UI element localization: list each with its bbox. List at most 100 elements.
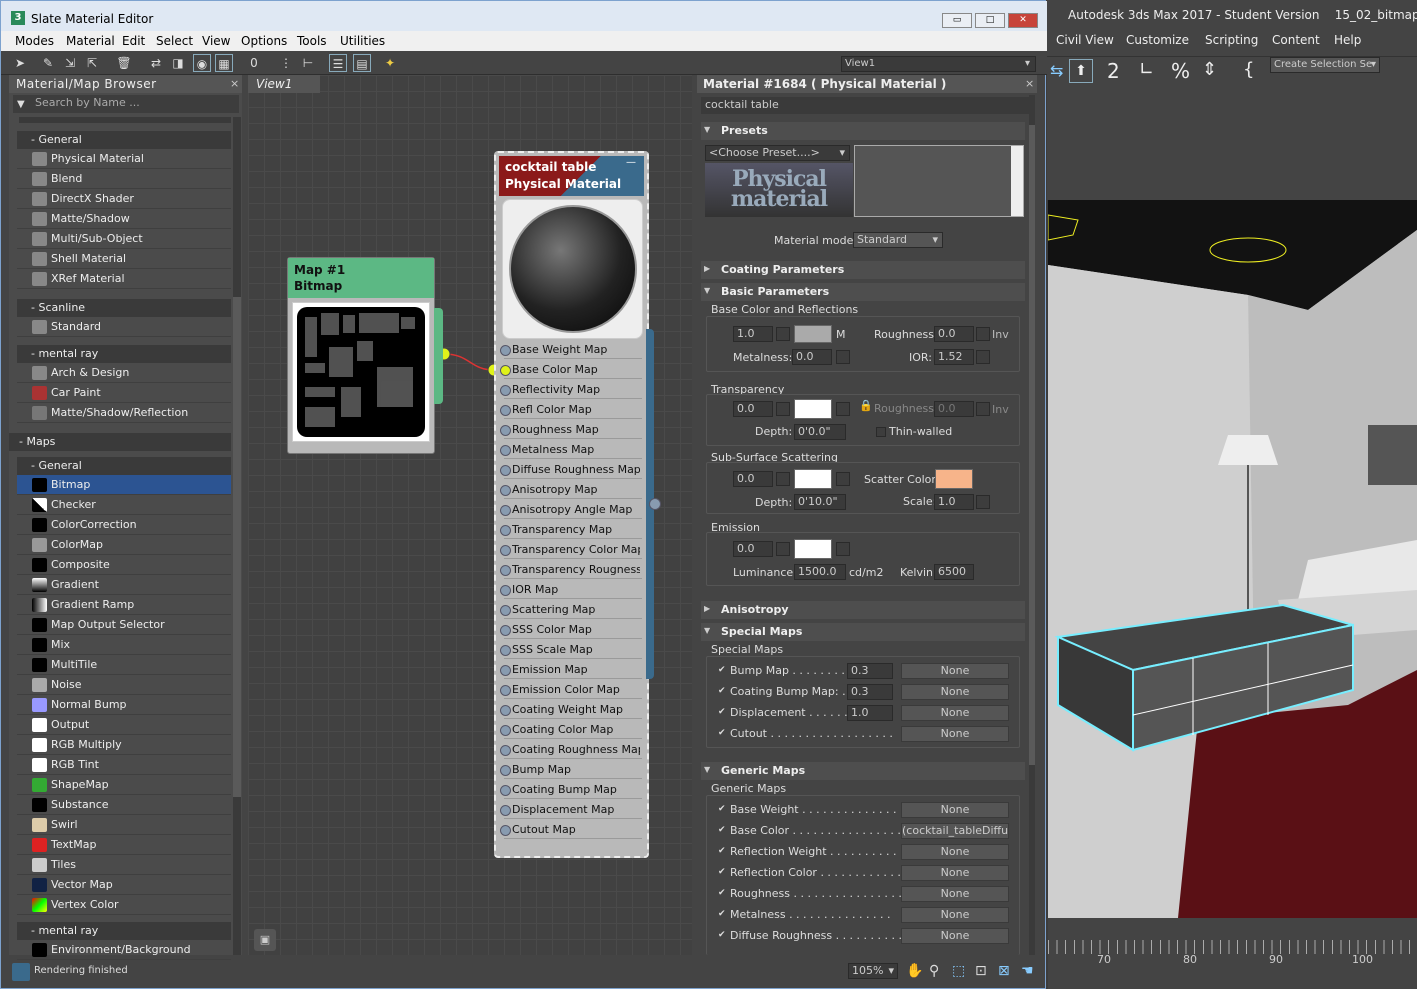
generic-map-button[interactable]: None — [901, 865, 1009, 881]
slot-displacement-map[interactable]: Displacement Map — [500, 801, 642, 819]
material-name-field[interactable]: cocktail table — [701, 97, 1033, 114]
base-color-swatch[interactable] — [794, 325, 832, 343]
group-header[interactable]: - General — [17, 131, 231, 149]
browser-item-xref-material[interactable]: XRef Material — [17, 269, 231, 289]
browser-item-output[interactable]: Output — [17, 715, 231, 735]
slot-metalness-map[interactable]: Metalness Map — [500, 441, 642, 459]
map-enabled-checkbox[interactable]: ✔ — [718, 826, 727, 835]
browser-item-shapemap[interactable]: ShapeMap — [17, 775, 231, 795]
map-enabled-checkbox[interactable]: ✔ — [718, 889, 727, 898]
menu-edit[interactable]: Edit — [122, 34, 145, 48]
slot-emission-color-map[interactable]: Emission Color Map — [500, 681, 642, 699]
select-object-icon[interactable]: ⬆ — [1069, 59, 1093, 83]
spinner-snap-icon[interactable]: ⇕ — [1202, 59, 1217, 80]
slot-bump-map[interactable]: Bump Map — [500, 761, 642, 779]
special-map-button[interactable]: None — [901, 684, 1009, 700]
input-socket[interactable] — [500, 525, 511, 536]
menu-tools[interactable]: Tools — [297, 34, 327, 48]
generic-map-button[interactable]: None — [901, 886, 1009, 902]
input-socket[interactable] — [500, 425, 511, 436]
zoom-region-icon[interactable]: ⬚ — [952, 963, 965, 979]
input-socket[interactable] — [500, 725, 511, 736]
kelvin-spinner[interactable]: 6500 — [934, 564, 974, 580]
slot-emission-map[interactable]: Emission Map — [500, 661, 642, 679]
roughness-spinner[interactable]: 0.0 — [934, 326, 974, 342]
browser-item-directx-shader[interactable]: DirectX Shader — [17, 189, 231, 209]
input-socket[interactable] — [500, 345, 511, 356]
transparency-roughness-spinner[interactable]: 0.0 — [934, 401, 974, 417]
metalness-spinner[interactable]: 0.0 — [792, 349, 832, 365]
show-map-icon[interactable]: ◉ — [193, 54, 211, 72]
menu-civil-view[interactable]: Civil View — [1056, 33, 1114, 47]
bitmap-node[interactable]: Map #1 Bitmap — [287, 257, 443, 454]
browser-item-gradient-ramp[interactable]: Gradient Ramp — [17, 595, 231, 615]
browser-scrollbar[interactable] — [233, 117, 241, 955]
map-enabled-checkbox[interactable]: ✔ — [718, 729, 727, 738]
browser-item-composite[interactable]: Composite — [17, 555, 231, 575]
basic-rollout-header[interactable]: Basic Parameters — [701, 283, 1025, 301]
slot-coating-weight-map[interactable]: Coating Weight Map — [500, 701, 642, 719]
input-socket[interactable] — [500, 605, 511, 616]
browser-item-substance[interactable]: Substance — [17, 795, 231, 815]
input-socket[interactable] — [500, 745, 511, 756]
browser-item-matte-shadow[interactable]: Matte/Shadow — [17, 209, 231, 229]
parameter-editor-icon[interactable]: ▤ — [353, 54, 371, 72]
input-socket[interactable] — [500, 405, 511, 416]
input-socket[interactable] — [500, 445, 511, 456]
map-enabled-checkbox[interactable]: ✔ — [718, 687, 727, 696]
minimize-button[interactable]: ▭ — [942, 13, 972, 28]
menu-modes[interactable]: Modes — [15, 34, 54, 48]
emission-color-map-button[interactable] — [836, 542, 850, 556]
sss-map-button[interactable] — [776, 472, 790, 486]
menu-material[interactable]: Material — [66, 34, 115, 48]
browser-item-multitile[interactable]: MultiTile — [17, 655, 231, 675]
sss-depth-spinner[interactable]: 0'10.0" — [794, 494, 846, 510]
input-socket[interactable] — [500, 625, 511, 636]
browser-toggle-icon[interactable]: ☰ — [329, 54, 347, 72]
ior-spinner[interactable]: 1.52 — [934, 349, 974, 365]
map-enabled-checkbox[interactable]: ✔ — [718, 868, 727, 877]
generic-map-button[interactable]: (cocktail_tableDiffuseM — [901, 823, 1009, 839]
hide-unused-icon[interactable]: ◨ — [169, 54, 187, 72]
preset-dropdown[interactable]: <Choose Preset....> ▾ — [705, 145, 850, 161]
menu-options[interactable]: Options — [241, 34, 287, 48]
input-socket[interactable] — [500, 645, 511, 656]
browser-item-blend[interactable]: Blend — [17, 169, 231, 189]
slot-roughness-map[interactable]: Roughness Map — [500, 421, 642, 439]
browser-item-gradient[interactable]: Gradient — [17, 575, 231, 595]
browser-item-noise[interactable]: Noise — [17, 675, 231, 695]
zoom-extents-icon[interactable]: ⊡ — [975, 963, 987, 979]
move-children-icon[interactable]: ⇄ — [147, 54, 165, 72]
special-map-amount[interactable]: 0.3 — [847, 684, 893, 700]
time-ruler[interactable]: 70 80 90 100 — [1048, 918, 1417, 989]
collapse-icon[interactable]: — — [626, 157, 636, 168]
emission-color-swatch[interactable] — [794, 539, 832, 559]
menu-content[interactable]: Content — [1272, 33, 1320, 47]
base-weight-spinner[interactable]: 1.0 — [733, 326, 773, 342]
metalness-map-button[interactable] — [836, 350, 850, 364]
generic-map-button[interactable]: None — [901, 928, 1009, 944]
presets-rollout-header[interactable]: Presets — [701, 122, 1025, 140]
roughness-map-button[interactable] — [976, 327, 990, 341]
tab-view1[interactable]: View1 — [248, 75, 320, 93]
slot-transparency-color-map[interactable]: Transparency Color Map — [500, 541, 642, 559]
generic-map-button[interactable]: None — [901, 802, 1009, 818]
browser-item-map-output-selector[interactable]: Map Output Selector — [17, 615, 231, 635]
maximize-button[interactable]: □ — [975, 13, 1005, 28]
special-map-button[interactable]: None — [901, 726, 1009, 742]
slot-coating-bump-map[interactable]: Coating Bump Map — [500, 781, 642, 799]
input-socket[interactable] — [500, 365, 511, 376]
maps-group-header[interactable]: - Maps — [9, 433, 231, 451]
transparency-spinner[interactable]: 0.0 — [733, 401, 773, 417]
lock-icon[interactable]: 🔒 — [859, 399, 873, 412]
map-enabled-checkbox[interactable]: ✔ — [718, 708, 727, 717]
edit-named-selection-icon[interactable]: { — [1243, 59, 1254, 80]
browser-item-matte-shadow-reflection[interactable]: Matte/Shadow/Reflection — [17, 403, 231, 423]
transparency-map-button[interactable] — [776, 402, 790, 416]
parameter-editor-close-icon[interactable]: × — [1025, 77, 1034, 90]
group-header[interactable]: - mental ray — [17, 922, 231, 940]
layout-children-icon[interactable]: ⊢ — [299, 54, 317, 72]
menu-view[interactable]: View — [202, 34, 230, 48]
preset-list[interactable] — [854, 145, 1024, 217]
generic-map-button[interactable]: None — [901, 907, 1009, 923]
